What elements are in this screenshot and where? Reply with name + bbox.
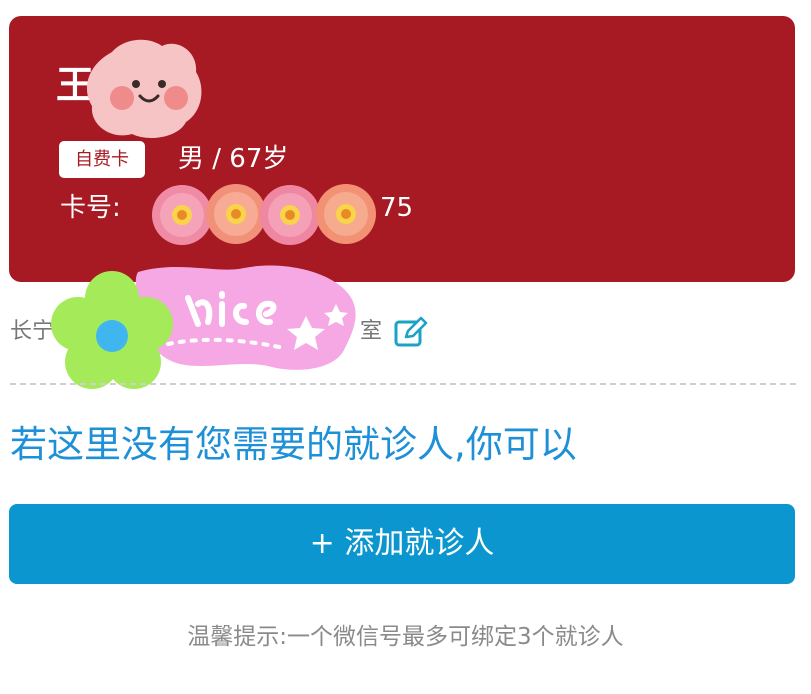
- dashed-divider: [10, 383, 796, 385]
- add-patient-button[interactable]: + 添加就诊人: [9, 504, 795, 584]
- nice-sticker: [51, 265, 356, 389]
- edit-icon[interactable]: [394, 316, 428, 348]
- blush-face-sticker: [86, 39, 202, 138]
- card-type-badge: 自费卡: [59, 141, 145, 178]
- card-number-tail: 75: [380, 193, 414, 223]
- no-patient-hint: 若这里没有您需要的就诊人,你可以: [10, 423, 577, 466]
- card-number-label: 卡号:: [60, 193, 121, 223]
- flower-stickers: [152, 184, 376, 245]
- gender-age-text: 男 / 67岁: [178, 144, 289, 174]
- binding-limit-tip: 温馨提示:一个微信号最多可绑定3个就诊人: [187, 624, 624, 650]
